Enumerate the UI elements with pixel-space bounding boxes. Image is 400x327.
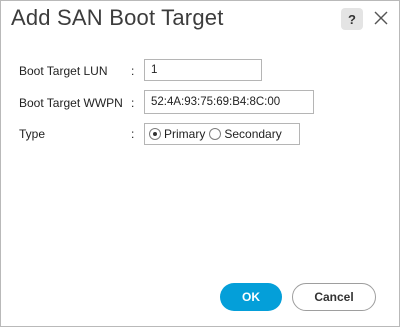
primary-radio[interactable]	[149, 128, 161, 140]
boot-target-wwpn-label: Boot Target WWPN	[19, 96, 123, 110]
add-san-boot-target-dialog: Add SAN Boot Target ? Boot Target LUN : …	[0, 0, 400, 327]
lun-colon: :	[131, 64, 135, 78]
wwpn-colon: :	[131, 96, 135, 110]
type-option-secondary[interactable]: Secondary	[209, 127, 282, 141]
type-option-primary[interactable]: Primary	[149, 127, 205, 141]
close-icon	[374, 11, 388, 25]
type-label: Type	[19, 127, 46, 141]
cancel-button[interactable]: Cancel	[292, 283, 376, 311]
ok-button[interactable]: OK	[220, 283, 282, 311]
close-button[interactable]	[370, 7, 392, 29]
boot-target-lun-label: Boot Target LUN	[19, 64, 108, 78]
help-button[interactable]: ?	[341, 8, 363, 30]
type-radio-group: Primary Secondary	[144, 123, 300, 145]
type-colon: :	[131, 127, 135, 141]
boot-target-wwpn-input[interactable]	[144, 90, 314, 114]
secondary-label: Secondary	[224, 127, 282, 141]
boot-target-lun-input[interactable]	[144, 59, 262, 81]
dialog-title: Add SAN Boot Target	[11, 5, 224, 30]
help-icon: ?	[348, 11, 356, 27]
primary-label: Primary	[164, 127, 206, 141]
secondary-radio[interactable]	[209, 128, 222, 140]
